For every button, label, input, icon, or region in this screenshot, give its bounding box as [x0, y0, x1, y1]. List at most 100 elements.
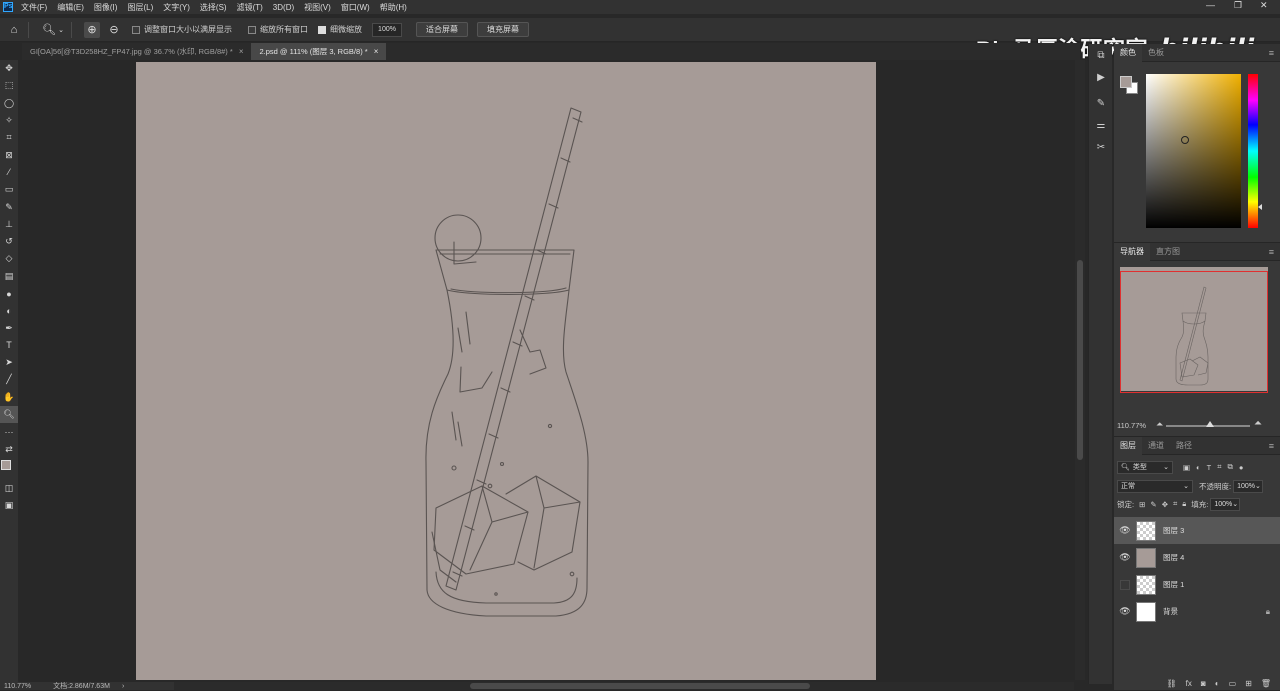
menu-window[interactable]: 窗口(W) [341, 2, 370, 13]
menu-filter[interactable]: 滤镜(T) [237, 2, 263, 13]
saturation-value-field[interactable] [1146, 74, 1241, 228]
zoom-tool-preset-icon[interactable]: 🔍︎ [41, 22, 57, 38]
fill-screen-button[interactable]: 填充屏幕 [477, 22, 529, 37]
filter-pixel-icon[interactable]: ▣ [1183, 463, 1190, 472]
history-icon[interactable]: ⧉ [1089, 44, 1113, 66]
canvas-area[interactable] [22, 60, 1075, 680]
color-picker-cursor[interactable] [1181, 136, 1189, 144]
zoom-in-icon[interactable]: ⊕ [84, 21, 100, 38]
zoom-out-icon[interactable]: ⊖ [106, 22, 122, 38]
minimize-icon[interactable]: — [1206, 0, 1215, 10]
gradient-tool-icon[interactable]: ▤ [0, 268, 18, 285]
tab-document-1[interactable]: GI[OA]56[@T3D258HZ_FP47.jpg @ 36.7% (水印,… [22, 43, 252, 60]
more-tools-icon[interactable]: ··· [0, 423, 18, 440]
fit-screen-button[interactable]: 适合屏幕 [416, 22, 468, 37]
lock-artboard-icon[interactable]: ⌗ [1173, 499, 1177, 509]
lock-pixels-icon[interactable]: ✎ [1150, 500, 1156, 509]
tab-document-2[interactable]: 2.psd @ 111% (图层 3, RGB/8) * × [251, 43, 387, 60]
layer-row[interactable]: 👁︎ 图层 4 [1114, 544, 1280, 571]
brush-tool-icon[interactable]: ✎ [0, 198, 18, 215]
type-tool-icon[interactable]: T [0, 337, 18, 354]
crop-tool-icon[interactable]: ⌗ [0, 129, 18, 146]
eyedropper-tool-icon[interactable]: ⁄ [0, 164, 18, 181]
horizontal-scrollbar[interactable] [174, 682, 1074, 690]
healing-brush-tool-icon[interactable]: ▭ [0, 181, 18, 198]
filter-type-icon[interactable]: T [1207, 463, 1212, 472]
tab-paths[interactable]: 路径 [1170, 437, 1198, 455]
resize-windows-checkbox[interactable]: 调整窗口大小以满屏显示 [132, 24, 232, 35]
menu-select[interactable]: 选择(S) [200, 2, 227, 13]
add-mask-icon[interactable]: ◙ [1201, 679, 1206, 688]
lasso-tool-icon[interactable]: ◯ [0, 95, 18, 112]
visibility-eye-icon[interactable]: 👁︎ [1118, 525, 1132, 536]
navigator-zoom-knob[interactable] [1206, 421, 1214, 427]
zoom-in-mountain-icon[interactable]: ⏶ [1254, 418, 1262, 429]
menu-image[interactable]: 图像(I) [94, 2, 118, 13]
panel-menu-icon[interactable]: ≡ [1269, 441, 1274, 451]
menu-type[interactable]: 文字(Y) [163, 2, 190, 13]
menu-3d[interactable]: 3D(D) [273, 3, 294, 12]
visibility-off-icon[interactable] [1120, 579, 1130, 590]
blur-tool-icon[interactable]: ● [0, 285, 18, 302]
adjustment-layer-icon[interactable]: ◐ [1215, 679, 1220, 688]
new-layer-icon[interactable]: ⊞ [1245, 679, 1252, 688]
menu-file[interactable]: 文件(F) [21, 2, 47, 13]
close-icon[interactable]: ✕ [1260, 0, 1268, 11]
fx-icon[interactable]: fx [1186, 679, 1192, 688]
adjustments-icon[interactable]: ⚌ [1089, 114, 1113, 136]
layer-filter-select[interactable]: 🔍︎ 类型 ⌄ [1117, 460, 1173, 474]
vertical-scrollbar[interactable] [1075, 60, 1085, 680]
menu-layer[interactable]: 图层(L) [127, 2, 153, 13]
panel-menu-icon[interactable]: ≡ [1269, 247, 1274, 257]
tool-presets-icon[interactable]: ✂ [1089, 136, 1113, 158]
color-swatches-icon[interactable] [0, 458, 18, 480]
fill-field[interactable]: 100% ⌄ [1210, 497, 1241, 511]
quick-mask-icon[interactable]: ◫ [0, 480, 18, 497]
tab-swatches[interactable]: 色板 [1142, 44, 1170, 62]
screen-mode-icon[interactable]: ▣ [0, 497, 18, 514]
layer-row[interactable]: 图层 1 [1114, 571, 1280, 598]
tab-navigator[interactable]: 导航器 [1114, 242, 1150, 261]
status-arrow-icon[interactable]: › [122, 683, 124, 690]
frame-tool-icon[interactable]: ⊠ [0, 146, 18, 163]
zoom-percent-field[interactable]: 100% [372, 22, 402, 37]
close-tab-icon[interactable]: × [239, 47, 244, 56]
scrubby-zoom-checkbox[interactable]: 细微缩放 [318, 24, 362, 35]
line-tool-icon[interactable]: ╱ [0, 371, 18, 388]
link-layers-icon[interactable]: ⛓ [1167, 679, 1177, 688]
hand-tool-icon[interactable]: ✋ [0, 389, 18, 406]
filter-shape-icon[interactable]: ⌗ [1217, 462, 1221, 472]
menu-help[interactable]: 帮助(H) [380, 2, 407, 13]
marquee-tool-icon[interactable]: ⬚ [0, 77, 18, 94]
blend-mode-select[interactable]: 正常 ⌄ [1117, 479, 1193, 493]
stamp-tool-icon[interactable]: ⊥ [0, 216, 18, 233]
zoom-out-mountain-icon[interactable]: ⏶ [1156, 419, 1163, 430]
brush-settings-icon[interactable]: ✎ [1089, 92, 1113, 114]
zoom-tool-icon[interactable]: 🔍︎ [0, 405, 18, 424]
filter-toggle-icon[interactable]: ● [1239, 463, 1244, 472]
hue-slider[interactable] [1248, 74, 1258, 228]
restore-icon[interactable]: ❐ [1234, 0, 1242, 11]
zoom-all-checkbox[interactable]: 缩放所有窗口 [248, 24, 308, 35]
foreground-color-swatch[interactable] [1120, 76, 1132, 88]
move-tool-icon[interactable]: ✥ [0, 60, 18, 77]
visibility-eye-icon[interactable]: 👁︎ [1118, 606, 1132, 617]
menu-edit[interactable]: 编辑(E) [57, 2, 84, 13]
menu-view[interactable]: 视图(V) [304, 2, 331, 13]
magic-wand-tool-icon[interactable]: ✧ [0, 112, 18, 129]
tab-color[interactable]: 颜色 [1114, 43, 1142, 62]
close-tab-icon[interactable]: × [374, 47, 379, 56]
visibility-eye-icon[interactable]: 👁︎ [1118, 552, 1132, 563]
path-selection-tool-icon[interactable]: ➤ [0, 354, 18, 371]
swap-colors-icon[interactable]: ⇄ [0, 441, 18, 458]
tab-histogram[interactable]: 直方图 [1150, 243, 1186, 261]
panel-menu-icon[interactable]: ≡ [1269, 48, 1274, 58]
lock-position-icon[interactable]: ✥ [1162, 500, 1168, 509]
filter-smart-object-icon[interactable]: ⧉ [1227, 462, 1232, 472]
hue-slider-marker[interactable] [1258, 204, 1262, 210]
filter-adjustment-icon[interactable]: ◐ [1196, 463, 1201, 472]
lock-transparent-icon[interactable]: ⊞ [1139, 500, 1145, 509]
play-actions-icon[interactable]: ▶ [1089, 66, 1113, 88]
delete-layer-icon[interactable]: 🗑︎ [1261, 679, 1271, 688]
lock-all-icon[interactable]: 🔒︎ [1182, 499, 1186, 509]
